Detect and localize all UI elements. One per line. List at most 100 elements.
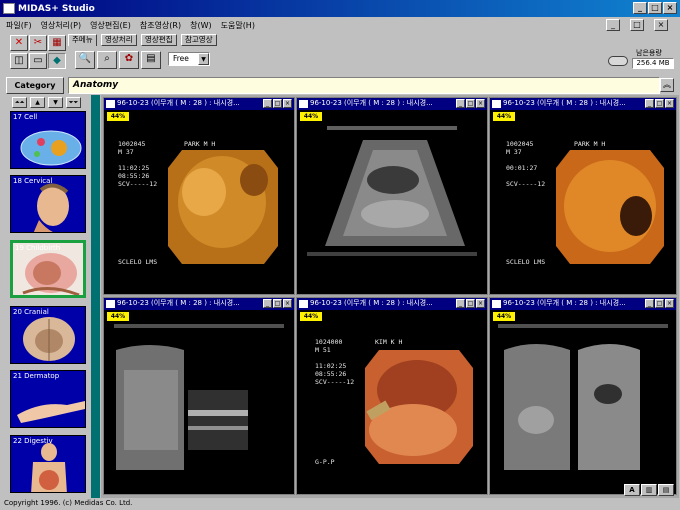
- window-minimize-button[interactable]: _: [263, 99, 272, 108]
- minimize-button[interactable]: _: [633, 2, 647, 14]
- image-window-5[interactable]: 96-10-23 (이무개 ( M : 28 ) : 내시경... _ □ × 44…: [296, 297, 488, 495]
- sidebar-item-digestive[interactable]: 22 Digestiv: [10, 435, 86, 493]
- zoom-badge: 44%: [493, 112, 515, 121]
- menu-window[interactable]: 창(W): [190, 20, 212, 31]
- anatomy-sidebar: ⏶⏶ ▲ ▼ ⏷⏷ 17 Cell 18 Cervical 19 Childbi…: [6, 95, 90, 498]
- image-window-6[interactable]: 96-10-23 (이무개 ( M : 28 ) : 내시경... _ □ × 44…: [489, 297, 677, 495]
- delete-icon[interactable]: ✕: [10, 35, 28, 51]
- tab-image-edit[interactable]: 영상편집: [141, 34, 177, 46]
- zoom-badge: 44%: [300, 112, 322, 121]
- next-icon[interactable]: ▼: [48, 97, 63, 108]
- patient-info-overlay: 1024000 M 51 11:02:25 08:55:26 SCV-----1…: [315, 338, 355, 386]
- prev-icon[interactable]: ▲: [30, 97, 45, 108]
- category-title: Anatomy: [68, 77, 660, 94]
- tab-main-menu[interactable]: 주메뉴: [68, 34, 97, 46]
- grid-icon[interactable]: ▦: [48, 35, 66, 51]
- tab-image-processing[interactable]: 영상처리: [101, 34, 137, 46]
- window-close-button[interactable]: ×: [283, 299, 292, 308]
- window-minimize-button[interactable]: _: [456, 299, 465, 308]
- ultrasound-image: [498, 324, 668, 470]
- sidebar-item-cervical[interactable]: 18 Cervical: [10, 175, 86, 233]
- window-icon: [492, 300, 501, 308]
- image-window-4[interactable]: 96-10-23 (이무개 ( M : 28 ) : 내시경... _ □ × 44…: [103, 297, 295, 495]
- zoom-mode-select[interactable]: Free ▼: [168, 52, 210, 66]
- sidebar-item-label: 20 Cranial: [13, 308, 49, 316]
- image-window-1[interactable]: 96-10-23 (이무개 ( M : 28 ) : 내시경... _ □ × 44…: [103, 97, 295, 295]
- memory-indicator: 남은용량 256.4 MB: [608, 49, 676, 71]
- window-icon: [299, 100, 308, 108]
- window-close-button[interactable]: ×: [283, 99, 292, 108]
- layout-buttons: A ▥ ▤: [624, 484, 674, 496]
- endoscopy-image: [168, 150, 278, 264]
- window-minimize-button[interactable]: _: [456, 99, 465, 108]
- disk-icon: [608, 56, 628, 66]
- chevron-down-icon[interactable]: ▼: [198, 53, 209, 65]
- page-icon[interactable]: ▤: [141, 51, 161, 69]
- single-view-icon[interactable]: ▭: [29, 53, 47, 69]
- sidebar-item-childbirth[interactable]: 19 Childbirth: [10, 240, 86, 298]
- mdi-close-button[interactable]: ×: [654, 19, 668, 31]
- maximize-button[interactable]: □: [648, 2, 662, 14]
- tag-icon[interactable]: ◆: [48, 53, 66, 69]
- category-button[interactable]: Category: [6, 77, 64, 94]
- collapse-up-icon[interactable]: ︽: [660, 78, 674, 92]
- window-title-text: 96-10-23 (이무개 ( M : 28 ) : 내시경...: [117, 99, 240, 107]
- zoom-mode-value: Free: [173, 54, 189, 63]
- memory-value: 256.4 MB: [632, 58, 674, 69]
- window-minimize-button[interactable]: _: [645, 99, 654, 108]
- menu-image-edit[interactable]: 영상편집(E): [90, 20, 131, 31]
- window-maximize-button[interactable]: □: [273, 299, 282, 308]
- layout-grid-icon[interactable]: ▥: [641, 484, 657, 496]
- menu-reference-image[interactable]: 참조영상(R): [140, 20, 181, 31]
- sidebar-item-cranial[interactable]: 20 Cranial: [10, 306, 86, 364]
- tab-reference[interactable]: 참고영상: [181, 34, 217, 46]
- image-workspace: 96-10-23 (이무개 ( M : 28 ) : 내시경... _ □ × 44…: [101, 95, 679, 498]
- patient-name-overlay: PARK M H: [184, 140, 216, 148]
- sidebar-item-cell[interactable]: 17 Cell: [10, 111, 86, 169]
- window-title-text: 96-10-23 (이무개 ( M : 28 ) : 내시경...: [503, 299, 626, 307]
- device-overlay: SCLELO LMS: [506, 258, 546, 266]
- sidebar-item-dermatome[interactable]: 21 Dermatop: [10, 370, 86, 428]
- window-title-text: 96-10-23 (이무개 ( M : 28 ) : 내시경...: [310, 299, 433, 307]
- menu-help[interactable]: 도움말(H): [221, 20, 255, 31]
- window-icon: [106, 300, 115, 308]
- zoom-badge: 44%: [107, 312, 129, 321]
- window-minimize-button[interactable]: _: [645, 299, 654, 308]
- magnify-icon[interactable]: 🔍: [75, 51, 95, 69]
- mdi-restore-button[interactable]: □: [630, 19, 644, 31]
- toolbar: ✕ ✂ ▦ ◫ ▭ ◆ 주메뉴 영상처리 영상편집 참고영상 🔍 ⌕ ✿ ▤ F…: [0, 33, 680, 75]
- window-maximize-button[interactable]: □: [655, 299, 664, 308]
- zoom-area-icon[interactable]: ⌕: [97, 51, 117, 69]
- window-close-button[interactable]: ×: [665, 99, 674, 108]
- status-bar: Copyright 1996. (c) Medidas Co. Ltd.: [0, 498, 680, 510]
- menu-image-processing[interactable]: 영상처리(P): [41, 20, 82, 31]
- window-close-button[interactable]: ×: [476, 99, 485, 108]
- first-page-icon[interactable]: ⏶⏶: [12, 97, 27, 108]
- close-button[interactable]: ×: [663, 2, 677, 14]
- window-close-button[interactable]: ×: [476, 299, 485, 308]
- app-icon: [3, 3, 15, 14]
- window-maximize-button[interactable]: □: [466, 99, 475, 108]
- tools-icon[interactable]: ✂: [29, 35, 47, 51]
- window-close-button[interactable]: ×: [665, 299, 674, 308]
- window-maximize-button[interactable]: □: [655, 99, 664, 108]
- layout-single-icon[interactable]: A: [624, 484, 640, 496]
- image-adjust-icon[interactable]: ✿: [119, 51, 139, 69]
- layout-cascade-icon[interactable]: ▤: [658, 484, 674, 496]
- window-maximize-button[interactable]: □: [273, 99, 282, 108]
- patient-info-overlay: 1002045 M 37 00:01:27 SCV-----12: [506, 140, 546, 188]
- mdi-minimize-button[interactable]: _: [606, 19, 620, 31]
- window-maximize-button[interactable]: □: [466, 299, 475, 308]
- last-page-icon[interactable]: ⏷⏷: [66, 97, 81, 108]
- window-icon: [492, 100, 501, 108]
- window-minimize-button[interactable]: _: [263, 299, 272, 308]
- window-title-text: 96-10-23 (이무개 ( M : 28 ) : 내시경...: [117, 299, 240, 307]
- image-window-3[interactable]: 96-10-23 (이무개 ( M : 28 ) : 내시경... _ □ × 44…: [489, 97, 677, 295]
- window-icon: [299, 300, 308, 308]
- image-window-2[interactable]: 96-10-23 (이무개 ( M : 28 ) : 내시경... _ □ × 44…: [296, 97, 488, 295]
- sidebar-scrollbar[interactable]: [91, 95, 100, 498]
- sidebar-item-label: 22 Digestiv: [13, 437, 53, 445]
- split-view-icon[interactable]: ◫: [10, 53, 28, 69]
- window-title-text: 96-10-23 (이무개 ( M : 28 ) : 내시경...: [310, 99, 433, 107]
- menu-file[interactable]: 파일(F): [6, 20, 32, 31]
